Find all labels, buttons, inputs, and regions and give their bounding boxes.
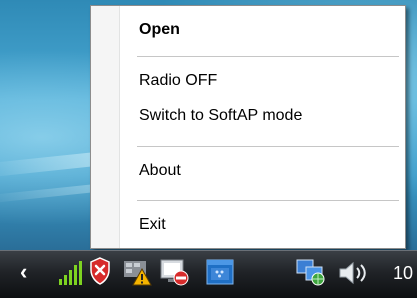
- menu-item-exit-label: Exit: [139, 216, 166, 233]
- app-window-icon[interactable]: [205, 257, 235, 287]
- menu-item-radio-off-label: Radio OFF: [139, 72, 218, 89]
- menu-item-open[interactable]: Open: [93, 17, 403, 43]
- menu-item-switch-softap[interactable]: Switch to SoftAP mode: [93, 103, 403, 129]
- network-tools-icon[interactable]: [122, 257, 152, 287]
- menu-item-about[interactable]: About: [93, 158, 403, 184]
- menu-separator: [137, 146, 399, 147]
- volume-icon[interactable]: [338, 259, 372, 287]
- tray-context-menu: Open Radio OFF Switch to SoftAP mode Abo…: [90, 5, 406, 249]
- wifi-signal-icon[interactable]: [58, 259, 84, 287]
- menu-separator: [137, 200, 399, 201]
- clock-time[interactable]: 10: [393, 262, 413, 284]
- show-hidden-icons-chevron-icon[interactable]: ‹: [20, 259, 27, 285]
- network-connection-icon[interactable]: [296, 257, 328, 287]
- security-alert-shield-icon[interactable]: [89, 257, 111, 285]
- menu-item-about-label: About: [139, 162, 181, 179]
- menu-item-switch-softap-label: Switch to SoftAP mode: [139, 107, 303, 124]
- menu-item-radio-off[interactable]: Radio OFF: [93, 68, 403, 94]
- menu-separator: [137, 56, 399, 57]
- menu-item-open-label: Open: [139, 21, 180, 38]
- taskbar: ‹ 10: [0, 250, 417, 298]
- no-network-monitor-icon[interactable]: [160, 257, 190, 287]
- menu-item-exit[interactable]: Exit: [93, 212, 403, 238]
